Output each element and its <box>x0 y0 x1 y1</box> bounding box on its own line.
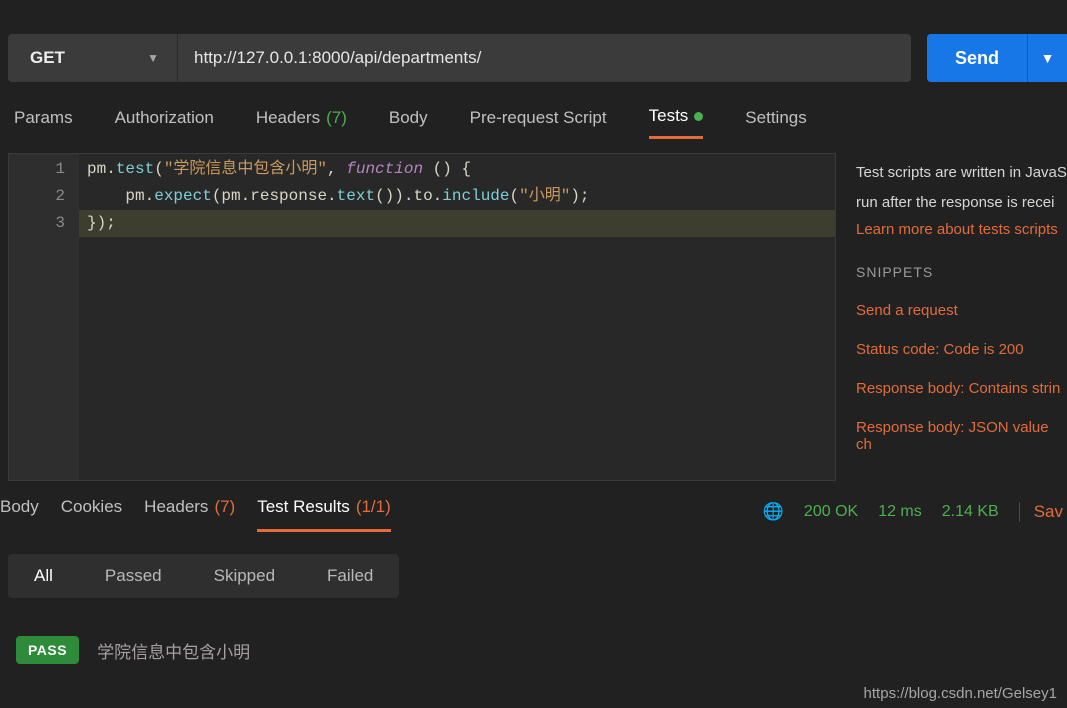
send-label: Send <box>955 48 999 69</box>
pass-badge: PASS <box>16 636 79 664</box>
tab-label: Settings <box>745 108 806 128</box>
side-desc: run after the response is recei <box>856 191 1067 215</box>
snippet-item[interactable]: Response body: Contains strin <box>856 380 1067 397</box>
tab-label: Pre-request Script <box>470 108 607 128</box>
tab-body[interactable]: Body <box>389 106 428 139</box>
snippet-item[interactable]: Response body: JSON value ch <box>856 419 1067 453</box>
tab-headers[interactable]: Headers (7) <box>256 106 347 139</box>
tab-label: Authorization <box>115 108 214 128</box>
code-line: }); <box>87 210 835 237</box>
resp-tab-test-results[interactable]: Test Results (1/1) <box>257 491 391 532</box>
tab-label: Body <box>389 108 428 128</box>
line-gutter: 1 2 3 <box>9 154 79 480</box>
learn-more-link[interactable]: Learn more about tests scripts <box>856 221 1067 238</box>
headers-count: (7) <box>326 108 347 128</box>
tab-authorization[interactable]: Authorization <box>115 106 214 139</box>
tab-pre-request[interactable]: Pre-request Script <box>470 106 607 139</box>
tab-label: Body <box>0 497 39 520</box>
active-dot-icon <box>694 112 703 121</box>
response-meta: 🌐 200 OK 12 ms 2.14 KB Sav <box>763 502 1067 522</box>
resp-tab-cookies[interactable]: Cookies <box>61 491 122 532</box>
tab-settings[interactable]: Settings <box>745 106 806 139</box>
code-line: pm.test("学院信息中包含小明", function () { <box>87 156 835 183</box>
tab-params[interactable]: Params <box>14 106 73 139</box>
globe-icon[interactable]: 🌐 <box>763 502 784 522</box>
snippet-item[interactable]: Status code: Code is 200 <box>856 341 1067 358</box>
send-group: Send ▼ <box>927 34 1067 82</box>
filter-failed[interactable]: Failed <box>301 554 399 598</box>
tab-label: Tests <box>649 106 689 126</box>
request-bar: GET ▼ Send ▼ <box>0 0 1067 98</box>
filter-all[interactable]: All <box>8 554 79 598</box>
test-name: 学院信息中包含小明 <box>97 638 250 663</box>
test-result-filters: All Passed Skipped Failed <box>8 554 399 598</box>
tab-tests[interactable]: Tests <box>649 106 704 139</box>
response-time: 12 ms <box>878 503 922 521</box>
resp-tab-headers[interactable]: Headers (7) <box>144 491 235 532</box>
tab-label: Params <box>14 108 73 128</box>
method-label: GET <box>30 48 65 68</box>
code-line: pm.expect(pm.response.text()).to.include… <box>87 183 835 210</box>
status-code: 200 OK <box>804 503 858 521</box>
filter-passed[interactable]: Passed <box>79 554 188 598</box>
send-button[interactable]: Send <box>927 34 1027 82</box>
response-tabs: Body Cookies Headers (7) Test Results (1… <box>0 491 391 532</box>
snippets-title: SNIPPETS <box>856 264 1067 280</box>
method-url-group: GET ▼ <box>8 34 911 82</box>
chevron-down-icon: ▼ <box>147 51 159 65</box>
line-number: 1 <box>9 156 65 183</box>
tests-panel: 1 2 3 pm.test("学院信息中包含小明", function () {… <box>8 153 1067 481</box>
code-lines: pm.test("学院信息中包含小明", function () { pm.ex… <box>79 154 835 480</box>
tab-label: Headers <box>144 497 208 520</box>
response-size: 2.14 KB <box>942 503 999 521</box>
filter-skipped[interactable]: Skipped <box>188 554 301 598</box>
side-desc: Test scripts are written in JavaS <box>856 161 1067 185</box>
snippets-panel: Test scripts are written in JavaS run af… <box>836 153 1067 481</box>
watermark: https://blog.csdn.net/Gelsey1 <box>864 685 1057 702</box>
url-input[interactable] <box>178 34 911 82</box>
chevron-down-icon: ▼ <box>1041 50 1055 66</box>
line-number: 2 <box>9 183 65 210</box>
send-dropdown-button[interactable]: ▼ <box>1027 34 1067 82</box>
request-tabs: Params Authorization Headers (7) Body Pr… <box>0 98 1067 139</box>
snippet-item[interactable]: Send a request <box>856 302 1067 319</box>
method-select[interactable]: GET ▼ <box>8 34 178 82</box>
resp-tab-body[interactable]: Body <box>0 491 39 532</box>
tab-label: Test Results <box>257 497 350 517</box>
save-response-button[interactable]: Sav <box>1019 502 1063 522</box>
response-header: Body Cookies Headers (7) Test Results (1… <box>0 481 1067 532</box>
line-number: 3 <box>9 210 65 237</box>
test-results-count: (1/1) <box>356 497 391 517</box>
test-result-row: PASS 学院信息中包含小明 <box>0 598 1067 664</box>
headers-count: (7) <box>214 497 235 520</box>
tab-label: Headers <box>256 108 320 128</box>
tab-label: Cookies <box>61 497 122 520</box>
code-editor[interactable]: 1 2 3 pm.test("学院信息中包含小明", function () {… <box>8 153 836 481</box>
